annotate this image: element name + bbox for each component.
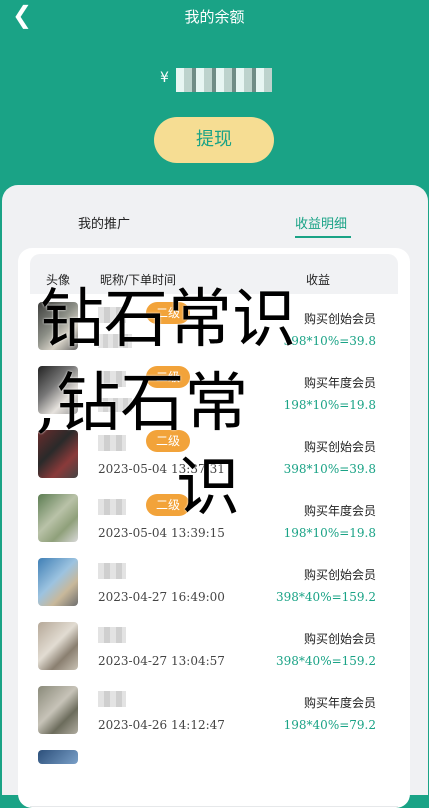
earning-calc: 198*10%=19.8 [283,398,376,412]
purchase-desc: 购买创始会员 [303,568,376,582]
tab-bar: 我的推广 收益明细 [2,185,428,245]
order-time-blurred [98,398,132,412]
table-row[interactable]: 二级 购买创始会员 398*10%=39.8 [30,294,398,359]
order-time-blurred [98,334,132,348]
order-time: 2023-04-27 16:49:00 [98,590,225,604]
earning-calc: 198*10%=19.8 [283,526,376,540]
order-time: 2023-04-27 13:04:57 [98,654,225,668]
table-row[interactable]: 二级 2023-05-04 13:39:15 购买年度会员 198*10%=19… [30,486,398,551]
level-badge: 二级 [146,494,190,516]
level-badge: 二级 [146,302,190,324]
earnings-table-card: 头像 昵称/下单时间 收益 二级 购买创始会员 398*10%=39.8 二级 … [18,248,410,808]
order-time: 2023-05-04 13:39:15 [98,526,225,540]
avatar [38,622,78,670]
purchase-desc: 购买年度会员 [303,696,376,710]
purchase-desc: 购买创始会员 [303,312,376,326]
order-time: 2023-05-04 13:37:31 [98,462,225,476]
table-row[interactable] [30,742,398,807]
avatar [38,494,78,542]
active-tab-indicator [295,236,351,238]
table-row[interactable]: 2023-04-27 13:04:57 购买创始会员 398*40%=159.2 [30,614,398,679]
balance-amount: ¥ [160,64,272,94]
col-earnings: 收益 [306,273,331,287]
avatar [38,302,78,350]
level-badge: 二级 [146,430,190,452]
balance-header: ❮ 我的余额 ¥ 提现 [0,0,429,200]
earning-calc: 398*10%=39.8 [283,334,376,348]
nickname-blurred [98,307,126,323]
withdraw-button[interactable]: 提现 [154,117,274,163]
nickname-blurred [98,435,126,451]
tab-my-promotion[interactable]: 我的推广 [78,213,130,232]
col-avatar: 头像 [46,273,71,287]
earning-calc: 398*40%=159.2 [276,590,376,604]
nickname-blurred [98,627,126,643]
nickname-blurred [98,371,126,387]
col-name-time: 昵称/下单时间 [100,273,177,287]
balance-value-blurred [176,68,272,92]
earnings-panel: 我的推广 收益明细 头像 昵称/下单时间 收益 二级 购买创始会员 398*10… [2,185,428,808]
avatar [38,430,78,478]
nickname-blurred [98,691,126,707]
nickname-blurred [98,563,126,579]
order-time: 2023-04-26 14:12:47 [98,718,225,732]
avatar [38,686,78,734]
purchase-desc: 购买年度会员 [303,504,376,518]
table-row[interactable]: 二级 2023-05-04 13:37:31 购买创始会员 398*10%=39… [30,422,398,487]
table-header: 头像 昵称/下单时间 收益 [30,254,398,294]
avatar [38,750,78,764]
earning-calc: 198*40%=79.2 [283,718,376,732]
level-badge: 二级 [146,366,190,388]
tab-earnings-detail[interactable]: 收益明细 [295,213,347,232]
avatar [38,366,78,414]
nickname-blurred [98,499,126,515]
table-row[interactable]: 二级 购买年度会员 198*10%=19.8 [30,358,398,423]
table-row[interactable]: 2023-04-27 16:49:00 购买创始会员 398*40%=159.2 [30,550,398,615]
earning-calc: 398*40%=159.2 [276,654,376,668]
page-title: 我的余额 [184,8,245,26]
purchase-desc: 购买年度会员 [303,376,376,390]
avatar [38,558,78,606]
currency-symbol: ¥ [160,70,169,86]
purchase-desc: 购买创始会员 [303,632,376,646]
table-row[interactable]: 2023-04-26 14:12:47 购买年度会员 198*40%=79.2 [30,678,398,743]
purchase-desc: 购买创始会员 [303,440,376,454]
earning-calc: 398*10%=39.8 [283,462,376,476]
